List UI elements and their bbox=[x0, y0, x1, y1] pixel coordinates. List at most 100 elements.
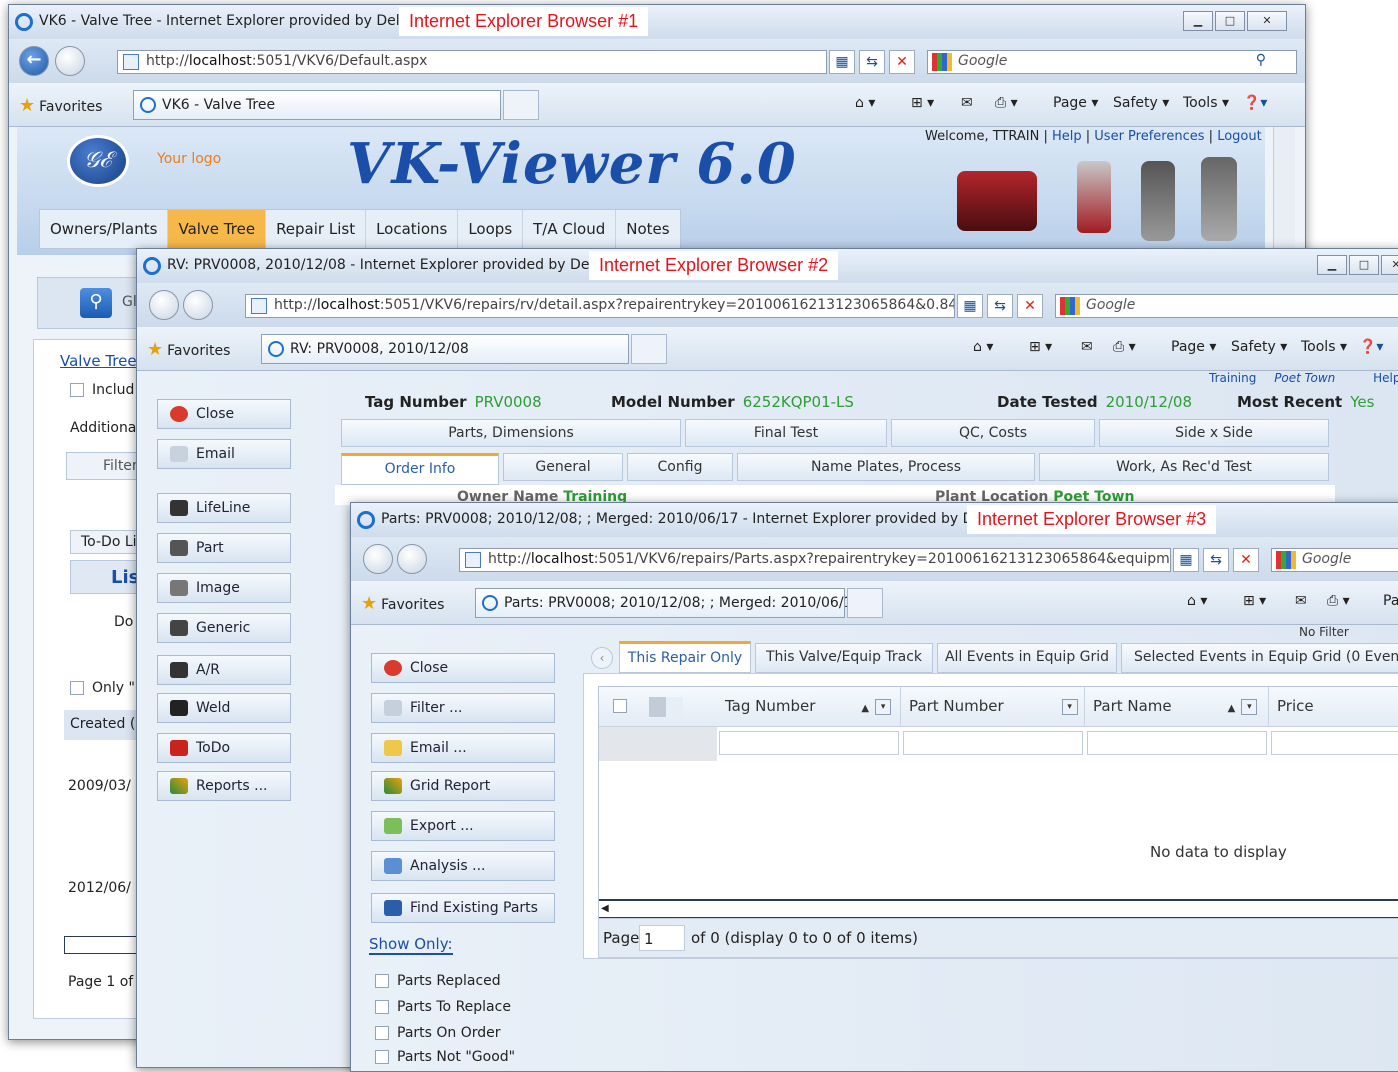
address-bar[interactable]: http://localhost:5051/VKV6/repairs/rv/de… bbox=[245, 294, 955, 318]
home-icon[interactable]: ⌂ ▾ bbox=[855, 95, 875, 111]
search-icon[interactable]: ⚲ bbox=[80, 288, 112, 318]
only-checkbox[interactable]: Only " bbox=[70, 680, 135, 696]
refresh-icon[interactable]: ⇆ bbox=[1203, 548, 1229, 572]
menu-ta-cloud[interactable]: T/A Cloud bbox=[523, 210, 617, 248]
help-icon[interactable]: ❓▾ bbox=[1359, 339, 1383, 355]
column-tag-number[interactable]: Tag Number ▲ ▾ bbox=[717, 687, 901, 727]
feeds-icon[interactable]: ⊞ ▾ bbox=[1243, 593, 1266, 609]
print-icon[interactable]: ⎙ ▾ bbox=[1327, 593, 1350, 609]
stop-icon[interactable]: ✕ bbox=[1017, 294, 1043, 318]
search-box[interactable]: Google bbox=[1271, 548, 1398, 572]
compat-icon[interactable]: ▦ bbox=[1173, 548, 1199, 572]
include-checkbox[interactable]: Includ bbox=[70, 382, 134, 398]
tab-all-events-equip-grid[interactable]: All Events in Equip Grid bbox=[937, 643, 1117, 673]
back-button[interactable] bbox=[363, 544, 393, 574]
help-link[interactable]: Help bbox=[1373, 371, 1398, 385]
tab-selected-events-equip-grid[interactable]: Selected Events in Equip Grid (0 Events bbox=[1121, 643, 1398, 673]
address-bar[interactable]: http://localhost:5051/VKV6/Default.aspx bbox=[117, 50, 827, 74]
close-window-button[interactable]: ✕ bbox=[1247, 11, 1287, 31]
tab-work-as-recd-test[interactable]: Work, As Rec'd Test bbox=[1039, 453, 1329, 481]
refresh-icon[interactable]: ⇆ bbox=[859, 50, 885, 74]
home-icon[interactable]: ⌂ ▾ bbox=[973, 339, 993, 355]
email-button[interactable]: Email bbox=[157, 439, 291, 469]
mail-icon[interactable]: ✉ bbox=[1295, 593, 1307, 609]
lifeline-button[interactable]: LifeLine bbox=[157, 493, 291, 523]
scroll-left-icon[interactable]: ◀ bbox=[601, 903, 609, 914]
page-menu[interactable]: Page ▾ bbox=[1053, 95, 1098, 111]
back-button[interactable] bbox=[149, 290, 179, 320]
home-icon[interactable]: ⌂ ▾ bbox=[1187, 593, 1207, 609]
page-menu[interactable]: Pa bbox=[1383, 593, 1398, 609]
page-number-input[interactable]: 1 bbox=[639, 925, 685, 951]
compat-icon[interactable]: ▦ bbox=[829, 50, 855, 74]
tab-final-test[interactable]: Final Test bbox=[685, 419, 887, 447]
menu-valve-tree[interactable]: Valve Tree bbox=[168, 210, 267, 248]
reports-button[interactable]: Reports ... bbox=[157, 771, 291, 801]
tab-this-valve-equip-track[interactable]: This Valve/Equip Track bbox=[755, 643, 933, 673]
filter-dropdown-icon[interactable]: ▾ bbox=[1061, 698, 1078, 715]
parts-on-order-checkbox[interactable]: Parts On Order bbox=[375, 1025, 501, 1041]
email-button[interactable]: Email ... bbox=[371, 733, 555, 763]
page-menu[interactable]: Page ▾ bbox=[1171, 339, 1216, 355]
menu-locations[interactable]: Locations bbox=[366, 210, 459, 248]
feeds-icon[interactable]: ⊞ ▾ bbox=[1029, 339, 1052, 355]
maximize-button[interactable]: □ bbox=[1215, 11, 1245, 31]
parts-to-replace-checkbox[interactable]: Parts To Replace bbox=[375, 999, 511, 1015]
address-bar[interactable]: http://localhost:5051/VKV6/repairs/Parts… bbox=[459, 548, 1171, 572]
sort-asc-icon[interactable]: ▲ bbox=[861, 703, 869, 714]
tab-scroll-left-icon[interactable]: ‹ bbox=[591, 647, 613, 669]
search-icon[interactable]: ⚲ bbox=[1256, 52, 1266, 68]
user-preferences-link[interactable]: User Preferences bbox=[1094, 129, 1204, 144]
menu-loops[interactable]: Loops bbox=[458, 210, 524, 248]
maximize-button[interactable]: □ bbox=[1349, 255, 1379, 275]
forward-button[interactable] bbox=[183, 290, 213, 320]
minimize-button[interactable]: ▁ bbox=[1317, 255, 1347, 275]
search-box[interactable]: Google ⚲ bbox=[927, 50, 1297, 74]
generic-button[interactable]: Generic bbox=[157, 613, 291, 643]
search-box[interactable]: Google bbox=[1055, 294, 1398, 318]
stop-icon[interactable]: ✕ bbox=[1233, 548, 1259, 572]
browser-tab[interactable]: RV: PRV0008, 2010/12/08 bbox=[261, 334, 629, 364]
tools-menu[interactable]: Tools ▾ bbox=[1301, 339, 1347, 355]
tab-parts-dimensions[interactable]: Parts, Dimensions bbox=[341, 419, 681, 447]
tab-general[interactable]: General bbox=[503, 453, 623, 481]
tab-name-plates-process[interactable]: Name Plates, Process bbox=[737, 453, 1035, 481]
todo-button[interactable]: ToDo bbox=[157, 733, 291, 763]
forward-button[interactable] bbox=[397, 544, 427, 574]
print-icon[interactable]: ⎙ ▾ bbox=[1113, 339, 1136, 355]
stop-icon[interactable]: ✕ bbox=[889, 50, 915, 74]
grid-report-button[interactable]: Grid Report bbox=[371, 771, 555, 801]
export-button[interactable]: Export ... bbox=[371, 811, 555, 841]
column-part-name[interactable]: Part Name ▲ ▾ bbox=[1085, 687, 1269, 727]
refresh-icon[interactable]: ⇆ bbox=[987, 294, 1013, 318]
column-chooser-icon[interactable] bbox=[649, 697, 683, 717]
filter-dropdown-icon[interactable]: ▾ bbox=[1241, 698, 1258, 715]
favorites-button[interactable]: ★ Favorites bbox=[19, 95, 102, 116]
safety-menu[interactable]: Safety ▾ bbox=[1231, 339, 1287, 355]
help-icon[interactable]: ❓▾ bbox=[1243, 95, 1267, 111]
column-price[interactable]: Price bbox=[1269, 687, 1398, 727]
browser-tab[interactable]: Parts: PRV0008; 2010/12/08; ; Merged: 20… bbox=[475, 588, 861, 618]
forward-button[interactable] bbox=[55, 46, 85, 76]
image-button[interactable]: Image bbox=[157, 573, 291, 603]
grid-h-scrollbar[interactable]: ◀ bbox=[599, 899, 1398, 919]
feeds-icon[interactable]: ⊞ ▾ bbox=[911, 95, 934, 111]
ar-button[interactable]: A/R bbox=[157, 655, 291, 685]
tab-side-x-side[interactable]: Side x Side bbox=[1099, 419, 1329, 447]
valve-tree-link[interactable]: Valve Tree bbox=[60, 352, 137, 370]
training-link[interactable]: Training bbox=[1209, 371, 1256, 385]
analysis-button[interactable]: Analysis ... bbox=[371, 851, 555, 881]
tab-qc-costs[interactable]: QC, Costs bbox=[891, 419, 1095, 447]
safety-menu[interactable]: Safety ▾ bbox=[1113, 95, 1169, 111]
favorites-button[interactable]: ★ Favorites bbox=[147, 339, 230, 360]
menu-repair-list[interactable]: Repair List bbox=[266, 210, 367, 248]
print-icon[interactable]: ⎙ ▾ bbox=[995, 95, 1018, 111]
page-scrollbar[interactable] bbox=[1273, 127, 1295, 267]
find-existing-parts-button[interactable]: Find Existing Parts bbox=[371, 893, 555, 923]
tag-number-filter-input[interactable] bbox=[719, 731, 899, 755]
filter-button[interactable]: Filter ... bbox=[371, 693, 555, 723]
mail-icon[interactable]: ✉ bbox=[961, 95, 973, 111]
part-button[interactable]: Part bbox=[157, 533, 291, 563]
part-name-filter-input[interactable] bbox=[1087, 731, 1267, 755]
column-part-number[interactable]: Part Number ▾ bbox=[901, 687, 1085, 727]
